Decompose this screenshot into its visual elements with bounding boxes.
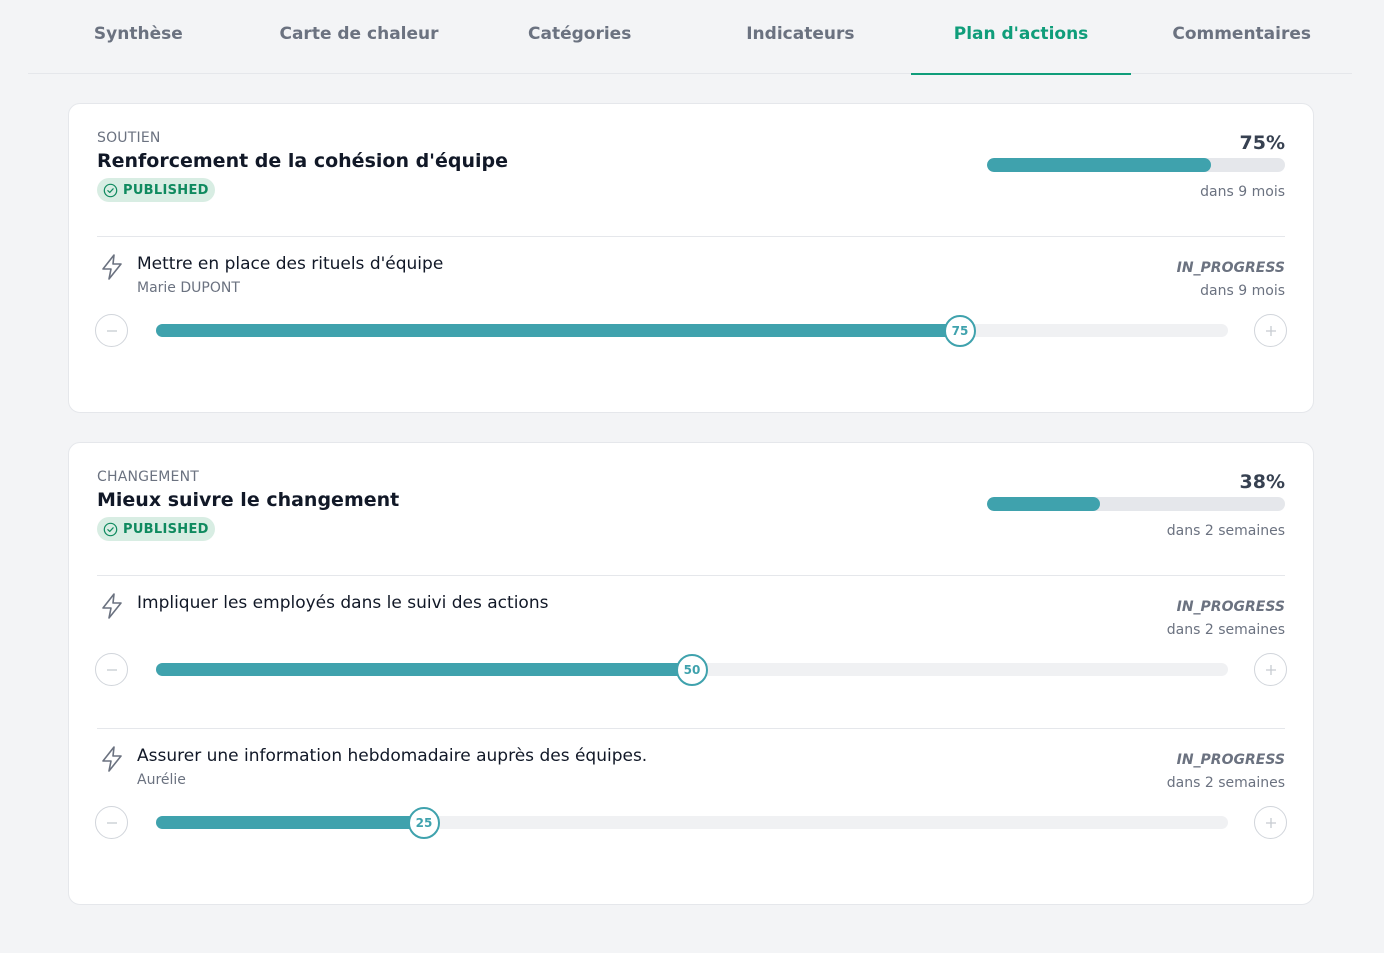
overall-progress-bar <box>987 497 1285 511</box>
check-circle-icon <box>103 522 118 536</box>
action-title: Assurer une information hebdomadaire aup… <box>137 746 648 766</box>
card-category: SOUTIEN <box>97 130 161 146</box>
slider-fill <box>156 663 692 676</box>
minus-icon <box>106 821 117 824</box>
slider-fill <box>156 324 960 337</box>
minus-icon <box>106 329 117 332</box>
badge-label: PUBLISHED <box>123 182 209 198</box>
action-due: dans 2 semaines <box>1166 622 1285 638</box>
decrease-button[interactable] <box>95 653 128 686</box>
tab-carte-de-chaleur[interactable]: Carte de chaleur <box>249 0 470 74</box>
action-plan-card: CHANGEMENT Mieux suivre le changement PU… <box>68 442 1314 905</box>
card-category: CHANGEMENT <box>97 469 199 485</box>
bolt-icon <box>102 593 122 619</box>
decrease-button[interactable] <box>95 314 128 347</box>
card-due: dans 9 mois <box>1200 184 1285 200</box>
tab-indicateurs[interactable]: Indicateurs <box>690 0 911 74</box>
slider-fill <box>156 816 424 829</box>
progress-slider[interactable]: 75 <box>156 315 1228 347</box>
check-circle-icon <box>103 183 118 197</box>
tab-categories[interactable]: Catégories <box>469 0 690 74</box>
card-title: Renforcement de la cohésion d'équipe <box>97 150 509 172</box>
action-owner: Aurélie <box>137 772 186 788</box>
badge-label: PUBLISHED <box>123 521 209 537</box>
plus-icon <box>1265 817 1276 828</box>
overall-progress-bar <box>987 158 1285 172</box>
tab-plan-d-actions[interactable]: Plan d'actions <box>910 0 1132 75</box>
action-item: Mettre en place des rituels d'équipe Mar… <box>95 237 1287 389</box>
decrease-button[interactable] <box>95 806 128 839</box>
action-status: IN_PROGRESS <box>1176 752 1285 768</box>
increase-button[interactable] <box>1254 314 1287 347</box>
action-title: Mettre en place des rituels d'équipe <box>137 254 444 274</box>
action-status: IN_PROGRESS <box>1176 260 1285 276</box>
slider-thumb[interactable]: 75 <box>944 315 976 347</box>
card-due: dans 2 semaines <box>1166 523 1285 539</box>
card-header: SOUTIEN Renforcement de la cohésion d'éq… <box>97 104 1285 237</box>
increase-button[interactable] <box>1254 653 1287 686</box>
action-item: Impliquer les employés dans le suivi des… <box>95 576 1287 728</box>
action-due: dans 9 mois <box>1200 283 1285 299</box>
action-title: Impliquer les employés dans le suivi des… <box>137 593 549 613</box>
overall-progress-label: 38% <box>1239 471 1285 493</box>
card-header: CHANGEMENT Mieux suivre le changement PU… <box>97 443 1285 576</box>
slider-thumb[interactable]: 25 <box>408 807 440 839</box>
minus-icon <box>106 668 117 671</box>
action-status: IN_PROGRESS <box>1176 599 1285 615</box>
tab-commentaires[interactable]: Commentaires <box>1131 0 1352 74</box>
overall-progress-fill <box>987 158 1211 172</box>
bolt-icon <box>102 746 122 772</box>
increase-button[interactable] <box>1254 806 1287 839</box>
status-badge: PUBLISHED <box>97 517 215 541</box>
card-title: Mieux suivre le changement <box>97 489 400 511</box>
plus-icon <box>1265 664 1276 675</box>
overall-progress-fill <box>987 497 1101 511</box>
slider-thumb[interactable]: 50 <box>676 654 708 686</box>
plus-icon <box>1265 325 1276 336</box>
tab-synthese[interactable]: Synthèse <box>28 0 249 74</box>
action-owner: Marie DUPONT <box>137 280 240 296</box>
action-due: dans 2 semaines <box>1166 775 1285 791</box>
action-plan-card: SOUTIEN Renforcement de la cohésion d'éq… <box>68 103 1314 413</box>
bolt-icon <box>102 254 122 280</box>
overall-progress-label: 75% <box>1239 132 1285 154</box>
progress-slider[interactable]: 25 <box>156 807 1228 839</box>
progress-slider[interactable]: 50 <box>156 654 1228 686</box>
action-item: Assurer une information hebdomadaire aup… <box>95 728 1287 880</box>
tab-bar: Synthèse Carte de chaleur Catégories Ind… <box>28 0 1352 75</box>
status-badge: PUBLISHED <box>97 178 215 202</box>
